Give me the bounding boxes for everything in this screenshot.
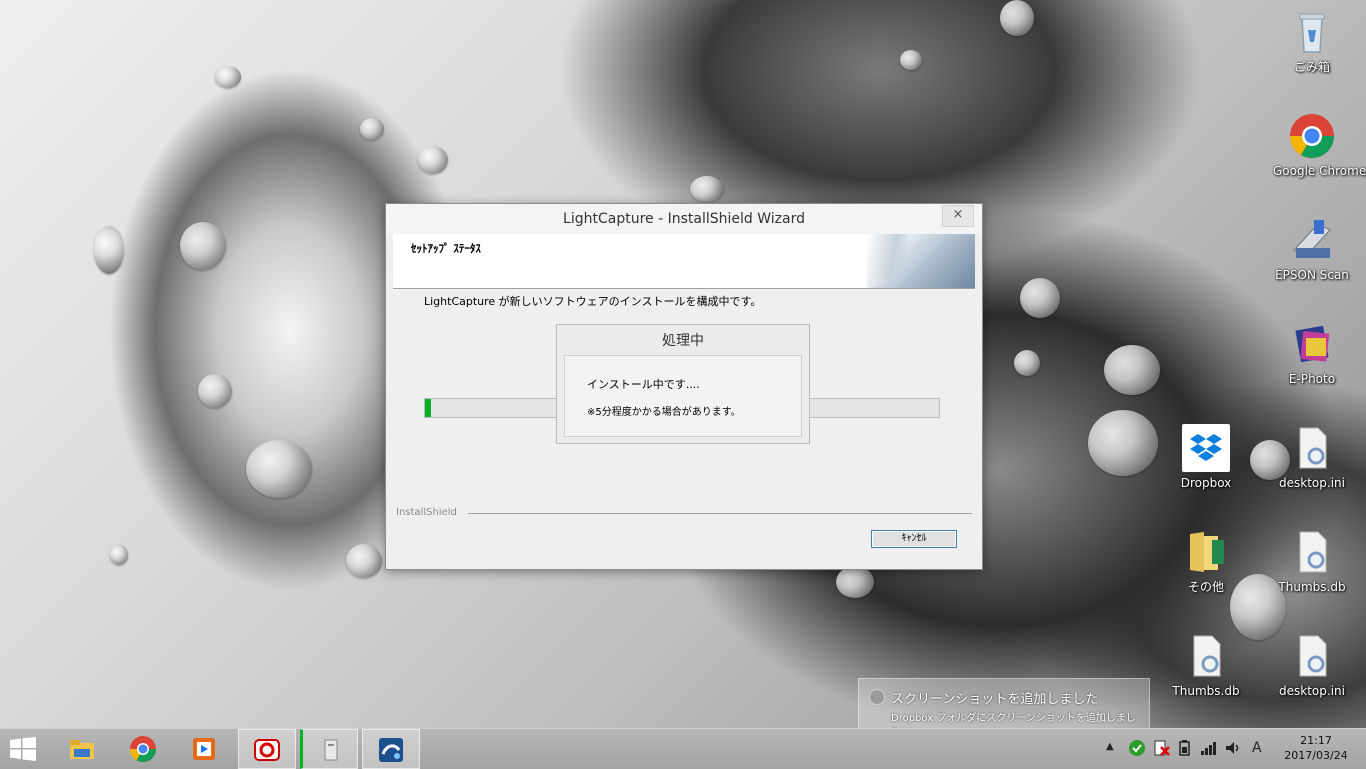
notification-title: スクリーンショットを追加しました: [891, 692, 1099, 707]
volume-icon[interactable]: [1224, 739, 1242, 757]
dialog-title[interactable]: LightCapture - InstallShield Wizard: [386, 204, 982, 234]
taskbar-capture-app[interactable]: [238, 729, 296, 769]
banner-graphic: [867, 234, 975, 288]
desktop-icon-recycle-bin[interactable]: ごみ箱: [1273, 8, 1351, 74]
processing-popup: 処理中 インストール中です.... ※5分程度かかる場合があります。: [556, 324, 810, 444]
clock-time: 21:17: [1300, 734, 1332, 747]
taskbar: ▲ A 21:17 2017/03/24: [0, 728, 1366, 769]
status-description: LightCapture が新しいソフトウェアのインストールを構成中です。: [424, 295, 762, 308]
dropbox-tray-icon: [869, 689, 885, 705]
taskbar-chrome[interactable]: [115, 729, 171, 769]
popup-note: ※5分程度かかる場合があります。: [587, 407, 741, 418]
divider: [468, 513, 972, 514]
dialog-banner: ｾｯﾄｱｯﾌﾟ ｽﾃｰﾀｽ: [393, 234, 975, 289]
desktop-icon-label: Dropbox: [1180, 476, 1232, 490]
desktop-icon-desktop-ini-2[interactable]: desktop.ini: [1273, 632, 1351, 698]
desktop-icon-dropbox[interactable]: Dropbox: [1167, 424, 1245, 490]
desktop-icon-thumbs-db[interactable]: Thumbs.db: [1273, 528, 1351, 594]
desktop-icon-other-folder[interactable]: その他: [1167, 528, 1245, 594]
desktop-icon-label: desktop.ini: [1279, 684, 1345, 698]
settings-file-icon: [1182, 632, 1230, 680]
taskbar-media-player[interactable]: [176, 729, 232, 769]
desktop-icon-label: desktop.ini: [1279, 476, 1345, 490]
start-button[interactable]: [0, 729, 50, 769]
network-icon[interactable]: [1200, 739, 1218, 757]
desktop-icon-epson-scan[interactable]: EPSON Scan: [1273, 216, 1351, 282]
capture-app-icon: [254, 739, 280, 761]
media-player-icon: [193, 738, 215, 760]
desktop-icon-label: Google Chrome: [1273, 164, 1366, 178]
clock-date: 2017/03/24: [1284, 749, 1348, 762]
chrome-icon: [1288, 112, 1336, 160]
cancel-button[interactable]: ｷｬﾝｾﾙ: [871, 530, 957, 548]
system-tray: ▲ A: [1100, 729, 1270, 769]
scanner-icon: [1288, 216, 1336, 264]
settings-file-icon: [1288, 528, 1336, 576]
desktop-icon-label: EPSON Scan: [1275, 268, 1349, 282]
dropbox-notification[interactable]: スクリーンショットを追加しました Dropbox フォルダにスクリーンショットを…: [858, 678, 1150, 739]
desktop-icon-e-photo[interactable]: E-Photo: [1273, 320, 1351, 386]
dropbox-sync-icon[interactable]: [1128, 739, 1146, 757]
desktop-icon-label: Thumbs.db: [1278, 580, 1346, 594]
start-icon: [10, 737, 36, 761]
desktop-icon-desktop-ini[interactable]: desktop.ini: [1273, 424, 1351, 490]
chrome-icon: [129, 736, 157, 763]
desktop-icon-label: その他: [1187, 580, 1224, 594]
progress-fill: [425, 399, 431, 417]
action-center-icon[interactable]: [1152, 739, 1170, 757]
desktop-icon-thumbs-db-2[interactable]: Thumbs.db: [1167, 632, 1245, 698]
taskbar-installer[interactable]: [300, 729, 358, 769]
installer-icon: [324, 739, 338, 761]
taskbar-file-explorer[interactable]: [54, 729, 110, 769]
taskbar-setup[interactable]: [362, 729, 420, 769]
desktop-icon-label: ごみ箱: [1293, 60, 1330, 74]
file-explorer-icon: [70, 740, 94, 759]
popup-title: 処理中: [662, 333, 704, 349]
desktop-icon-label: Thumbs.db: [1172, 684, 1240, 698]
banner-title: ｾｯﾄｱｯﾌﾟ ｽﾃｰﾀｽ: [411, 242, 481, 255]
desktop-icon-chrome[interactable]: Google Chrome: [1273, 112, 1366, 178]
settings-file-icon: [1288, 632, 1336, 680]
taskbar-clock[interactable]: 21:17 2017/03/24: [1280, 733, 1352, 763]
battery-icon[interactable]: [1176, 739, 1194, 757]
ime-indicator[interactable]: A: [1252, 740, 1262, 756]
dropbox-icon: [1182, 424, 1230, 472]
photo-app-icon: [1288, 320, 1336, 368]
close-button[interactable]: ×: [942, 205, 974, 227]
installshield-brand: InstallShield: [396, 507, 457, 518]
desktop-icon-label: E-Photo: [1288, 372, 1336, 386]
folder-icon: [1182, 528, 1230, 576]
show-hidden-icons-icon[interactable]: ▲: [1106, 741, 1114, 752]
setup-icon: [379, 738, 403, 762]
popup-message: インストール中です....: [587, 378, 700, 391]
popup-body: インストール中です.... ※5分程度かかる場合があります。: [564, 355, 802, 437]
recycle-bin-icon: [1288, 8, 1336, 56]
settings-file-icon: [1288, 424, 1336, 472]
